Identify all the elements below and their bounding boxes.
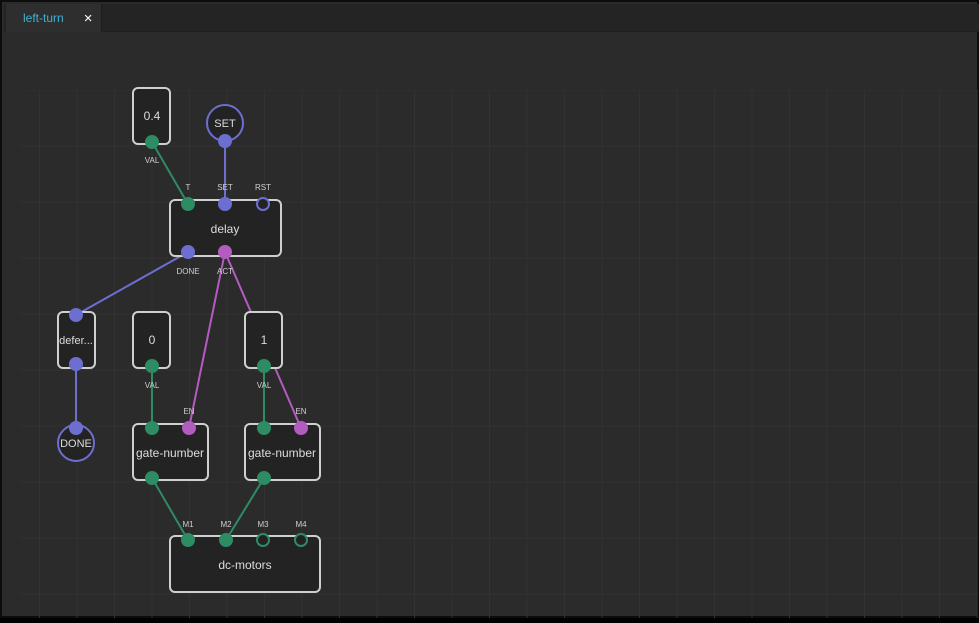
const-value: 0 — [149, 333, 156, 347]
input-pin-set[interactable] — [218, 197, 232, 211]
terminal-label: SET — [214, 118, 236, 130]
pin-label: VAL — [257, 381, 272, 390]
output-pin[interactable] — [145, 359, 159, 373]
pin-label-m4: M4 — [295, 520, 307, 529]
output-pin-done[interactable] — [181, 245, 195, 259]
input-pin[interactable] — [69, 308, 83, 322]
output-pin[interactable] — [69, 357, 83, 371]
input-pin-m3[interactable] — [256, 533, 270, 547]
patch-graph[interactable]: 0.4 VAL SET T SET RST delay DONE ACT def… — [4, 32, 979, 618]
node-label: dc-motors — [218, 558, 271, 572]
output-pin[interactable] — [257, 359, 271, 373]
output-pin[interactable] — [145, 135, 159, 149]
pin-label: VAL — [145, 381, 160, 390]
input-pin-m4[interactable] — [294, 533, 308, 547]
patch-canvas[interactable]: 0.4 VAL SET T SET RST delay DONE ACT def… — [4, 32, 979, 618]
input-pin[interactable] — [69, 421, 83, 435]
tab-left-turn[interactable]: left-turn × — [6, 4, 102, 32]
pin-label-act: ACT — [217, 267, 233, 276]
node-label: delay — [211, 222, 240, 236]
output-pin[interactable] — [257, 471, 271, 485]
editor-window: left-turn × 0.4 VAL SET T SET RST delay … — [0, 0, 979, 618]
pin-label-m3: M3 — [257, 520, 269, 529]
node-label: gate-number — [248, 446, 316, 460]
tab-bar: left-turn × — [4, 4, 979, 32]
close-icon[interactable]: × — [84, 11, 93, 26]
output-pin[interactable] — [218, 134, 232, 148]
node-label: defer... — [59, 335, 93, 347]
input-pin-rst[interactable] — [256, 197, 270, 211]
defer-node[interactable]: defer... — [57, 308, 96, 371]
pin-label-m1: M1 — [182, 520, 194, 529]
input-pin-en[interactable] — [182, 421, 196, 435]
const-value: 0.4 — [144, 109, 161, 123]
input-pin-val[interactable] — [145, 421, 159, 435]
tab-label: left-turn — [23, 11, 64, 25]
input-pin-t[interactable] — [181, 197, 195, 211]
input-pin-m1[interactable] — [181, 533, 195, 547]
output-pin[interactable] — [145, 471, 159, 485]
const-value: 1 — [261, 333, 268, 347]
pin-label-done: DONE — [176, 267, 199, 276]
input-pin-val[interactable] — [257, 421, 271, 435]
pin-label-t: T — [186, 183, 191, 192]
pin-label-set: SET — [217, 183, 233, 192]
input-pin-m2[interactable] — [219, 533, 233, 547]
pin-label-rst: RST — [255, 183, 271, 192]
input-pin-en[interactable] — [294, 421, 308, 435]
pin-label-m2: M2 — [220, 520, 232, 529]
output-pin-act[interactable] — [218, 245, 232, 259]
terminal-label: DONE — [60, 438, 92, 450]
pin-label-en: EN — [183, 407, 194, 416]
node-label: gate-number — [136, 446, 204, 460]
pin-label: VAL — [145, 156, 160, 165]
pin-label-en: EN — [295, 407, 306, 416]
